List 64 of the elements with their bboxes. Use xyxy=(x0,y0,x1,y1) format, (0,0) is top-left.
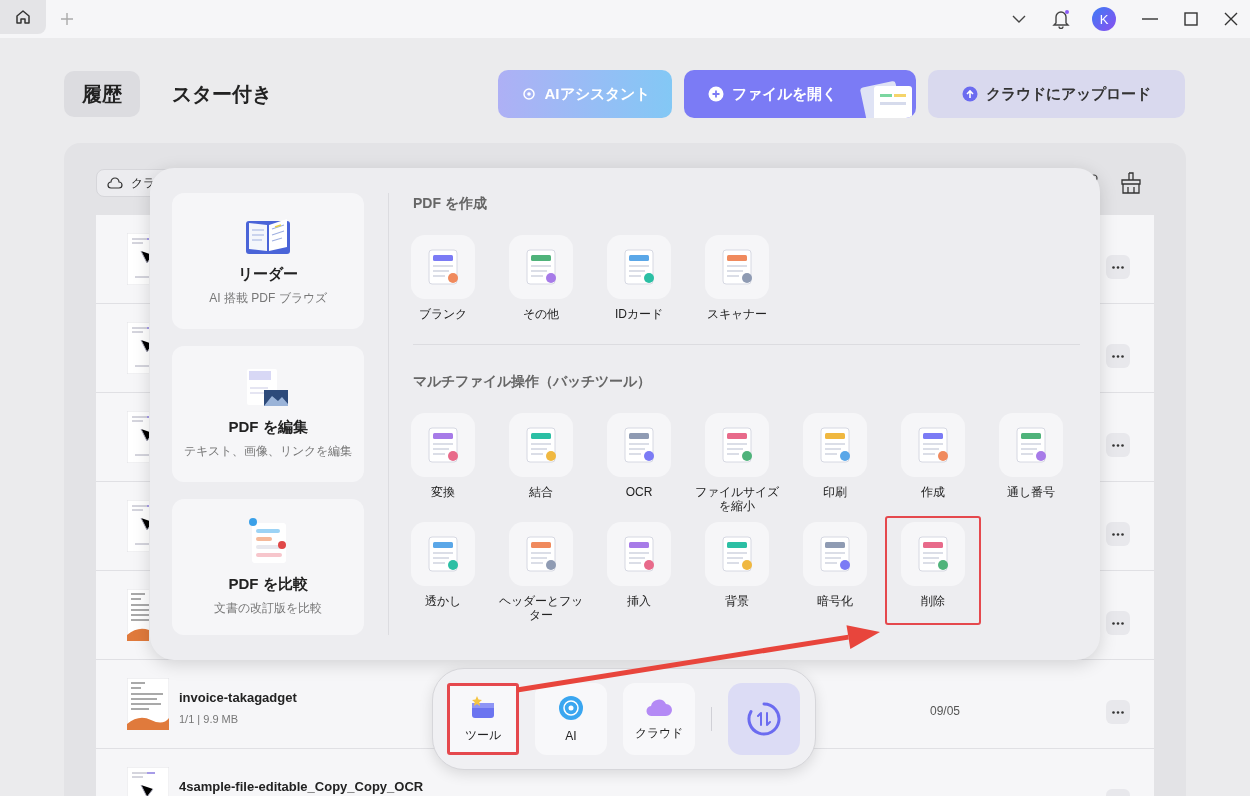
bell-icon[interactable] xyxy=(1052,9,1070,29)
tool-button[interactable]: ヘッダーとフッター xyxy=(493,516,589,625)
file-date: 09/05 xyxy=(930,704,962,718)
upload-icon xyxy=(962,86,978,102)
dock-button[interactable]: AI xyxy=(535,683,607,755)
tool-button[interactable]: その他 xyxy=(493,229,589,338)
more-button[interactable] xyxy=(1106,611,1130,635)
avatar[interactable]: K xyxy=(1092,7,1116,31)
tool-button[interactable]: 通し番号 xyxy=(983,407,1079,516)
tool-card[interactable]: PDF を比較 文書の改訂版を比較 xyxy=(172,499,364,635)
more-icon xyxy=(1112,265,1124,269)
sync-button[interactable] xyxy=(728,683,800,755)
dock-button[interactable]: ツール xyxy=(447,683,519,755)
home-icon xyxy=(14,8,32,26)
more-icon xyxy=(1112,443,1124,447)
sync-icon xyxy=(746,701,782,737)
section-heading: マルチファイル操作（バッチツール） xyxy=(413,373,652,391)
file-name: invoice-takagadget xyxy=(179,690,297,705)
plus-circle-icon xyxy=(708,86,724,102)
tool-button[interactable]: 作成 xyxy=(885,407,981,516)
more-button[interactable] xyxy=(1106,700,1130,724)
tool-button[interactable]: 結合 xyxy=(493,407,589,516)
home-tab[interactable] xyxy=(0,0,46,34)
file-thumbnail xyxy=(127,678,169,730)
more-icon xyxy=(1112,354,1124,358)
edit-text-image-icon xyxy=(246,368,290,408)
dock-button[interactable]: クラウド xyxy=(623,683,695,755)
tool-button[interactable]: スキャナー xyxy=(689,229,785,338)
more-icon xyxy=(1112,710,1124,714)
tool-button[interactable]: 挿入 xyxy=(591,516,687,625)
tool-button[interactable]: IDカード xyxy=(591,229,687,338)
tool-card[interactable]: PDF を編集 テキスト、画像、リンクを編集 xyxy=(172,346,364,482)
tool-button[interactable]: 削除 xyxy=(885,516,981,625)
ai-orb-icon xyxy=(558,695,584,721)
broom-icon[interactable] xyxy=(1120,172,1142,194)
tool-button[interactable]: OCR xyxy=(591,407,687,516)
action-button[interactable]: クラウドにアップロード xyxy=(928,70,1185,118)
chevron-down-icon[interactable] xyxy=(1012,15,1026,23)
file-meta: 1/1 | 9.9 MB xyxy=(179,713,239,725)
file-name: 4sample-file-editable_Copy_Copy_OCR xyxy=(179,779,424,794)
more-button[interactable] xyxy=(1106,522,1130,546)
close-icon[interactable] xyxy=(1224,12,1238,26)
tool-button[interactable]: 印刷 xyxy=(787,407,883,516)
tool-button[interactable]: ブランク xyxy=(395,229,491,338)
cloud-icon xyxy=(107,177,123,189)
compare-document-icon xyxy=(248,517,288,565)
action-button[interactable]: ファイルを開く xyxy=(684,70,916,118)
toolbox-icon xyxy=(470,694,496,719)
more-icon xyxy=(1112,532,1124,536)
tab[interactable]: 履歴 xyxy=(64,71,140,117)
tab[interactable]: スター付き xyxy=(154,71,290,117)
more-button[interactable] xyxy=(1106,433,1130,457)
more-button[interactable] xyxy=(1106,255,1130,279)
maximize-icon[interactable] xyxy=(1184,12,1198,26)
more-icon xyxy=(1112,621,1124,625)
tool-button[interactable]: 透かし xyxy=(395,516,491,625)
tool-button[interactable]: 背景 xyxy=(689,516,785,625)
ai-icon xyxy=(520,86,537,102)
tool-button[interactable]: ファイルサイズを縮小 xyxy=(689,407,785,516)
tool-button[interactable]: 暗号化 xyxy=(787,516,883,625)
more-button[interactable] xyxy=(1106,344,1130,368)
tool-card[interactable]: リーダー AI 搭載 PDF ブラウズ xyxy=(172,193,364,329)
tool-button[interactable]: 変換 xyxy=(395,407,491,516)
section-heading: PDF を作成 xyxy=(413,195,488,213)
